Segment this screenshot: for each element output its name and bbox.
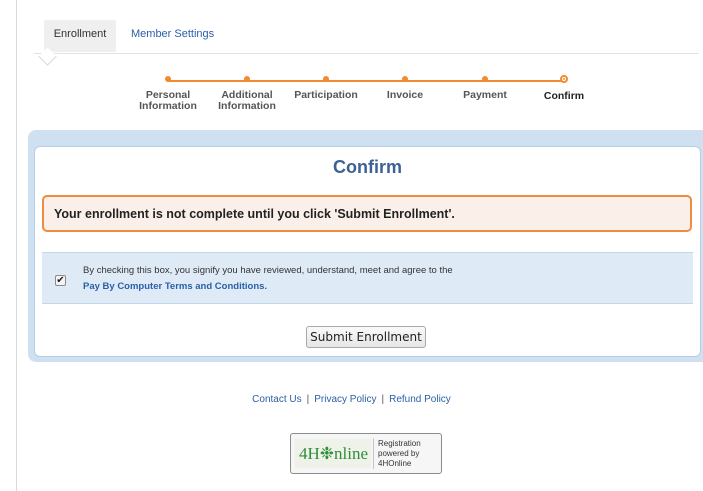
step-dot [244, 76, 250, 82]
tab-enrollment[interactable]: Enrollment [44, 20, 116, 52]
4honline-logo: 4H❉nline [295, 439, 371, 468]
progress-steps: Personal Information Additional Informatio… [130, 72, 600, 122]
step-payment: Payment [445, 72, 525, 101]
refund-policy-link[interactable]: Refund Policy [389, 394, 451, 405]
tab-bar: Enrollment Member Settings [34, 20, 699, 54]
step-dot-current [560, 75, 568, 83]
terms-text: By checking this box, you signify you ha… [83, 265, 453, 276]
step-dot [165, 76, 171, 82]
terms-checkbox[interactable]: ✔ [55, 275, 66, 286]
alert-text: Your enrollment is not complete until yo… [54, 207, 455, 221]
step-label: Participation [294, 89, 358, 101]
terms-link[interactable]: Pay By Computer Terms and Conditions. [83, 281, 267, 292]
step-invoice: Invoice [365, 72, 445, 101]
step-dot [482, 76, 488, 82]
panel-title: Confirm [333, 157, 402, 177]
footer-links: Contact Us | Privacy Policy | Refund Policy [0, 394, 703, 405]
step-label: Personal Information [139, 89, 197, 112]
terms-section: ✔ By checking this box, you signify you … [42, 252, 693, 304]
badge-caption: Registration powered by 4HOnline [378, 439, 421, 468]
step-personal-information: Personal Information [128, 72, 208, 112]
step-participation: Participation [286, 72, 366, 101]
step-label: Additional Information [218, 89, 276, 112]
contact-us-link[interactable]: Contact Us [252, 394, 301, 405]
step-additional-information: Additional Information [207, 72, 287, 112]
submit-enrollment-button[interactable]: Submit Enrollment [306, 326, 426, 348]
warning-alert: Your enrollment is not complete until yo… [42, 195, 692, 232]
confirm-panel: Confirm Your enrollment is not complete … [34, 146, 701, 357]
tab-member-settings[interactable]: Member Settings [131, 20, 214, 52]
badge-divider [373, 438, 374, 469]
logo-text: 4H❉nline [299, 444, 369, 463]
step-dot [402, 76, 408, 82]
step-dot [323, 76, 329, 82]
step-label: Payment [463, 89, 507, 101]
left-border [16, 0, 17, 491]
powered-by-badge[interactable]: 4H❉nline Registration powered by 4HOnlin… [290, 433, 442, 474]
footer-separator: | [306, 394, 310, 405]
privacy-policy-link[interactable]: Privacy Policy [314, 394, 376, 405]
step-confirm: Confirm [524, 72, 604, 102]
step-label: Invoice [386, 89, 424, 101]
step-label: Confirm [543, 90, 585, 102]
footer-separator: | [381, 394, 385, 405]
